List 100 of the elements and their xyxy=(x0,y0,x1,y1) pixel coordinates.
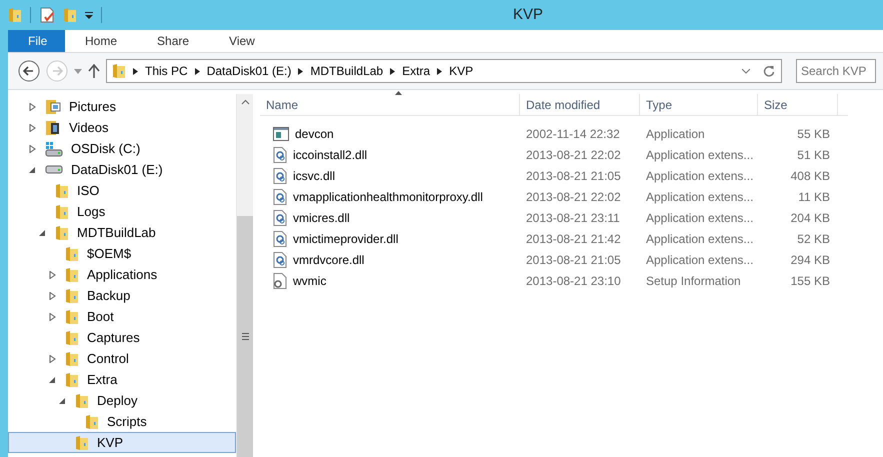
ribbon-tab[interactable]: Home xyxy=(65,30,138,52)
folder-icon xyxy=(65,246,79,262)
tree-item[interactable]: Deploy xyxy=(8,390,236,411)
file-name: vmictimeprovider.dll xyxy=(293,230,398,248)
tree-item[interactable]: Videos xyxy=(8,117,236,138)
tree-item[interactable]: Extra xyxy=(8,369,236,390)
expanded-arrow-icon[interactable] xyxy=(39,228,46,236)
type-cell-text: Setup Information xyxy=(645,272,742,290)
collapsed-arrow-icon[interactable] xyxy=(49,312,56,320)
breadcrumb-arrow-icon[interactable] xyxy=(390,68,396,74)
window-title: KVP xyxy=(513,4,544,25)
collapsed-arrow-icon[interactable] xyxy=(29,144,36,152)
collapsed-arrow-icon[interactable] xyxy=(49,270,56,278)
type-cell-text: Application extens... xyxy=(645,146,754,164)
gear-file-icon xyxy=(273,210,287,226)
date-cell-text: 2013-08-21 21:05 xyxy=(525,168,622,184)
folder-icon xyxy=(55,224,69,240)
tree-item[interactable]: Boot xyxy=(8,306,236,327)
tree-item[interactable]: Scripts xyxy=(8,411,236,432)
history-caret-icon[interactable] xyxy=(74,68,82,74)
file-row[interactable]: iccoinstall2.dll 2013-08-21 22:02 Application extens... 51 KB xyxy=(260,144,883,165)
date-cell-text: 2013-08-21 22:02 xyxy=(525,188,622,206)
tree-item[interactable]: Backup xyxy=(8,285,236,306)
scrollbar-thumb[interactable] xyxy=(237,216,253,457)
tree-item[interactable]: Control xyxy=(8,348,236,369)
file-name: icsvc.dll xyxy=(293,168,336,184)
column-header[interactable]: Size xyxy=(758,94,838,115)
gear-file-icon xyxy=(273,188,287,204)
breadcrumb-arrow-icon[interactable] xyxy=(133,68,138,74)
expanded-arrow-icon[interactable] xyxy=(29,166,36,174)
dropdown-caret-icon[interactable] xyxy=(85,11,93,19)
videos-folder-icon xyxy=(45,120,61,136)
collapsed-arrow-icon[interactable] xyxy=(49,292,56,300)
tree-item[interactable]: OSDisk (C:) xyxy=(8,138,236,159)
gear-file-icon xyxy=(273,146,287,162)
scrollbar[interactable] xyxy=(236,94,253,457)
new-folder-icon xyxy=(63,7,77,23)
ribbon-tab[interactable]: Share xyxy=(137,30,210,52)
file-name: wvmic xyxy=(293,272,326,290)
dropdown-chevron-icon[interactable] xyxy=(742,68,750,74)
breadcrumb[interactable]: Extra xyxy=(402,62,430,80)
size-cell-text: 155 KB xyxy=(790,272,831,290)
settings-file-icon xyxy=(273,272,287,288)
file-row[interactable]: wvmic 2013-08-21 23:10 Setup Information 155 KB xyxy=(260,270,883,291)
folder-icon xyxy=(65,288,79,304)
breadcrumb-arrow-icon[interactable] xyxy=(437,68,442,74)
tree-item[interactable]: Pictures xyxy=(8,96,236,117)
up-arrow-icon[interactable] xyxy=(88,64,100,78)
type-cell-text: Application extens... xyxy=(645,188,754,206)
type-cell-text: Application extens... xyxy=(645,230,754,248)
size-cell-text: 11 KB xyxy=(797,188,831,206)
tree-item[interactable]: Logs xyxy=(8,201,236,222)
folder-icon xyxy=(55,204,69,220)
tree-item[interactable]: DataDisk01 (E:) xyxy=(8,159,236,180)
breadcrumb[interactable]: MDTBuildLab xyxy=(310,62,384,80)
folder-icon xyxy=(8,7,22,23)
date-cell-text: 2013-08-21 23:10 xyxy=(525,272,622,290)
column-header[interactable]: Date modified xyxy=(520,94,640,115)
file-name: vmapplicationhealthmonitorproxy.dll xyxy=(293,188,483,206)
breadcrumb[interactable]: This PC xyxy=(145,62,188,80)
tree-item[interactable]: Captures xyxy=(8,327,236,348)
gear-file-icon xyxy=(273,168,287,184)
file-name: devcon xyxy=(295,126,334,142)
file-row[interactable]: icsvc.dll 2013-08-21 21:05 Application extens... 408 KB xyxy=(260,165,883,186)
file-row[interactable]: vmrdvcore.dll 2013-08-21 21:05 Application extens... 294 KB xyxy=(260,249,883,270)
tree-item[interactable]: MDTBuildLab xyxy=(8,222,236,243)
collapsed-arrow-icon[interactable] xyxy=(29,124,36,132)
collapsed-arrow-icon[interactable] xyxy=(49,354,56,362)
breadcrumb-arrow-icon[interactable] xyxy=(298,68,304,74)
ribbon-tab[interactable]: File xyxy=(8,30,65,52)
grip-icon xyxy=(242,333,248,340)
expanded-arrow-icon[interactable] xyxy=(59,396,66,404)
refresh-icon[interactable] xyxy=(763,65,775,77)
tree-item[interactable]: Applications xyxy=(8,264,236,285)
column-header[interactable]: Type xyxy=(640,94,758,115)
breadcrumb[interactable]: KVP xyxy=(449,62,474,80)
search-field[interactable]: Search KVP xyxy=(796,59,876,83)
collapsed-arrow-icon[interactable] xyxy=(29,102,36,110)
file-name: vmrdvcore.dll xyxy=(293,252,364,268)
folder-icon xyxy=(112,63,126,79)
address-bar[interactable]: This PC DataDisk01 (E:) MDTBuildLab Extra KVP xyxy=(106,59,782,83)
expanded-arrow-icon[interactable] xyxy=(49,376,56,384)
breadcrumb-arrow-icon[interactable] xyxy=(194,68,200,74)
folder-icon xyxy=(65,350,79,366)
tree-item[interactable]: KVP xyxy=(8,432,236,453)
file-row[interactable]: vmapplicationhealthmonitorproxy.dll 2013-08-21 22:02 Application extens... 11 KB xyxy=(260,186,883,207)
pictures-folder-icon xyxy=(45,98,61,114)
tree-item[interactable]: $OEM$ xyxy=(8,243,236,264)
sort-arrow-icon xyxy=(395,91,402,95)
tree-item[interactable]: ISO xyxy=(8,180,236,201)
file-row[interactable]: vmicres.dll 2013-08-21 23:11 Application extens... 204 KB xyxy=(260,207,883,228)
breadcrumb[interactable]: DataDisk01 (E:) xyxy=(206,62,292,80)
properties-icon[interactable] xyxy=(39,7,55,23)
ribbon-tab[interactable]: View xyxy=(209,30,275,52)
size-cell-text: 52 KB xyxy=(796,230,831,248)
date-cell-text: 2013-08-21 22:02 xyxy=(525,146,622,164)
folder-icon xyxy=(65,266,79,282)
file-row[interactable]: devcon 2002-11-14 22:32 Application 55 KB xyxy=(260,123,883,144)
folder-icon xyxy=(65,372,79,388)
file-row[interactable]: vmictimeprovider.dll 2013-08-21 21:42 Application extens... 52 KB xyxy=(260,228,883,249)
